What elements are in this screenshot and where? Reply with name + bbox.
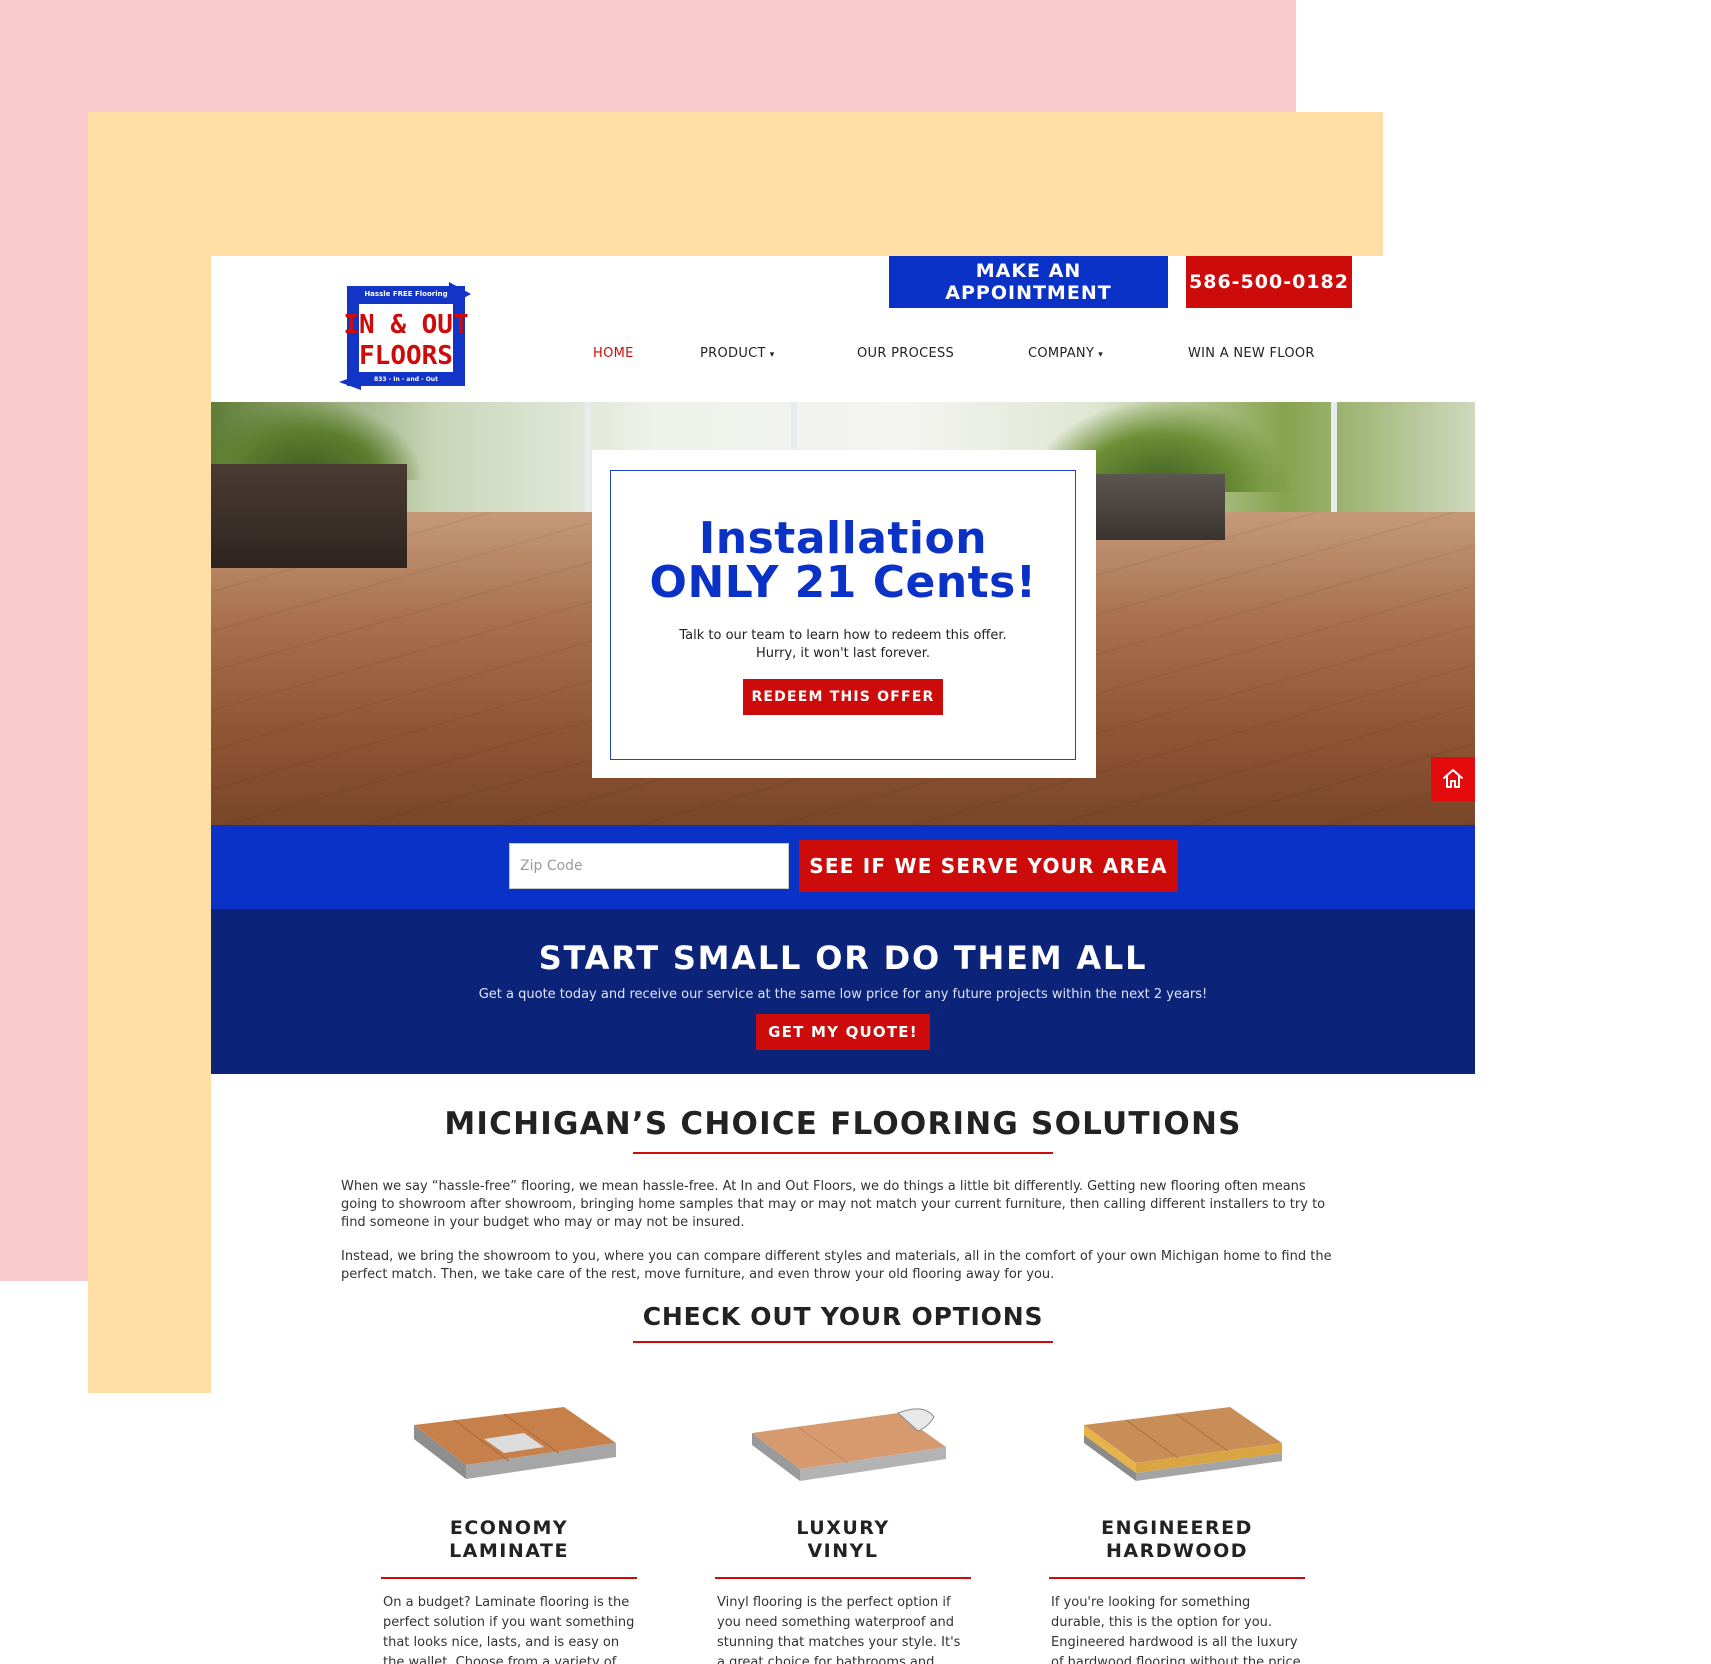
caret-down-icon: ▾ [769, 350, 775, 360]
intro-paragraph-2: Instead, we bring the showroom to you, w… [341, 1249, 1332, 1282]
quote-title: START SMALL OR DO THEM ALL [538, 939, 1148, 977]
nav-win-a-new-floor[interactable]: WIN A NEW FLOOR [1188, 346, 1315, 361]
caret-down-icon: ▾ [1098, 350, 1104, 360]
logo-tagline: Hassle FREE Flooring [364, 290, 447, 298]
quote-banner: START SMALL OR DO THEM ALL Get a quote t… [211, 909, 1475, 1074]
promo-title-line1: Installation [698, 513, 988, 564]
window-post [585, 402, 591, 522]
hero-banner: Installation ONLY 21 Cents! Talk to our … [211, 402, 1475, 825]
see-if-we-serve-button[interactable]: SEE IF WE SERVE YOUR AREA [799, 840, 1178, 892]
promo-card: Installation ONLY 21 Cents! Talk to our … [592, 450, 1096, 778]
promo-text-line2: Hurry, it won't last forever. [755, 646, 931, 661]
promo-title-line2: ONLY 21 Cents! [649, 557, 1037, 608]
make-appointment-button[interactable]: MAKE AN APPOINTMENT [889, 256, 1168, 308]
section-heading: MICHIGAN’S CHOICE FLOORING SOLUTIONS [444, 1106, 1242, 1142]
promo-text: Talk to our team to learn how to redeem … [611, 627, 1075, 663]
option-title-line1: LUXURY [796, 1517, 890, 1539]
option-card-vinyl[interactable]: LUXURY VINYL Vinyl flooring is the perfe… [715, 1403, 971, 1664]
planter-left [211, 464, 407, 568]
option-title-laminate: ECONOMY LAMINATE [381, 1517, 637, 1563]
quote-subtitle: Get a quote today and receive our servic… [478, 987, 1208, 1002]
option-description-laminate: On a budget? Laminate flooring is the pe… [383, 1595, 635, 1664]
option-card-hardwood[interactable]: ENGINEERED HARDWOOD If you're looking fo… [1049, 1403, 1305, 1664]
logo-line1: IN & OUT [343, 310, 468, 340]
option-underline [715, 1577, 971, 1579]
main-content: MICHIGAN’S CHOICE FLOORING SOLUTIONS Whe… [211, 1074, 1475, 1664]
promo-text-line1: Talk to our team to learn how to redeem … [679, 628, 1007, 643]
hardwood-sample-image [1084, 1407, 1282, 1481]
intro-paragraph-1: When we say “hassle-free” flooring, we m… [341, 1179, 1326, 1230]
window-post [1331, 402, 1337, 522]
option-description-hardwood: If you're looking for something durable,… [1051, 1595, 1301, 1664]
nav-company[interactable]: COMPANY ▾ [1028, 346, 1103, 361]
get-my-quote-button[interactable]: GET MY QUOTE! [756, 1014, 930, 1050]
redeem-offer-button[interactable]: REDEEM THIS OFFER [743, 679, 943, 715]
nav-product[interactable]: PRODUCT ▾ [700, 346, 775, 361]
main-nav: HOME PRODUCT ▾ OUR PROCESS COMPANY ▾ WIN A… [211, 346, 1475, 366]
option-title-line1: ENGINEERED [1101, 1517, 1253, 1539]
options-underline [633, 1341, 1053, 1343]
promo-card-border: Installation ONLY 21 Cents! Talk to our … [610, 470, 1076, 760]
option-title-line2: HARDWOOD [1105, 1540, 1249, 1562]
promo-title: Installation ONLY 21 Cents! [611, 517, 1075, 605]
phone-number-button[interactable]: 586-500-0182 [1186, 256, 1352, 308]
options-heading: CHECK OUT YOUR OPTIONS [642, 1302, 1044, 1331]
nav-home[interactable]: HOME [593, 346, 634, 361]
option-description-vinyl: Vinyl flooring is the perfect option if … [717, 1595, 961, 1664]
home-icon-glyph [1443, 769, 1463, 788]
option-underline [1049, 1577, 1305, 1579]
site-header: Hassle FREE Flooring IN & OUT FLOORS 833… [211, 256, 1475, 402]
nav-our-process[interactable]: OUR PROCESS [857, 346, 954, 361]
zip-code-bar: SEE IF WE SERVE YOUR AREA [211, 825, 1475, 909]
option-title-line1: ECONOMY [449, 1517, 569, 1539]
option-card-laminate[interactable]: ECONOMY LAMINATE On a budget? Laminate f… [381, 1403, 637, 1664]
intro-text: When we say “hassle-free” flooring, we m… [341, 1178, 1345, 1284]
logo-phone-vanity: 833 - In - and - Out [374, 376, 438, 383]
flooring-options: ECONOMY LAMINATE On a budget? Laminate f… [211, 1403, 1475, 1664]
option-underline [381, 1577, 637, 1579]
option-title-line2: LAMINATE [449, 1540, 569, 1562]
website-screenshot: Hassle FREE Flooring IN & OUT FLOORS 833… [211, 256, 1475, 1664]
planter-right [1091, 474, 1225, 540]
heading-underline [633, 1152, 1053, 1154]
vinyl-sample-image [752, 1408, 946, 1481]
zip-code-input[interactable] [509, 843, 789, 889]
option-title-hardwood: ENGINEERED HARDWOOD [1049, 1517, 1305, 1563]
option-title-vinyl: LUXURY VINYL [715, 1517, 971, 1563]
in-and-out-floors-logo[interactable]: Hassle FREE Flooring IN & OUT FLOORS 833… [337, 282, 477, 390]
option-title-line2: VINYL [807, 1540, 879, 1562]
laminate-sample-image [414, 1407, 616, 1479]
home-icon[interactable] [1431, 757, 1475, 801]
